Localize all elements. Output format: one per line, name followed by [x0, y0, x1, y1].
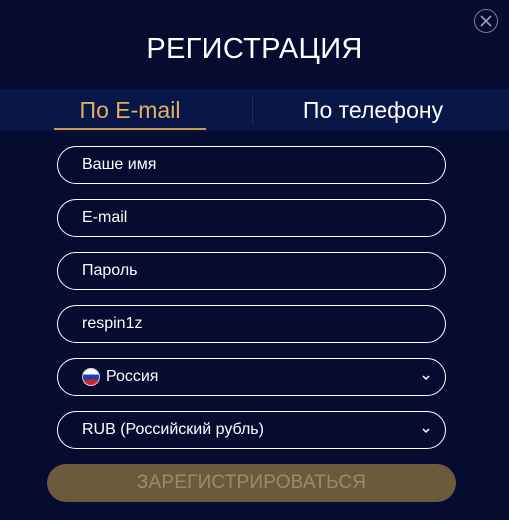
close-button[interactable] [474, 9, 498, 33]
country-select-value: Россия [106, 368, 159, 385]
tab-phone-label: По телефону [302, 96, 444, 123]
chevron-down-icon [421, 427, 431, 434]
country-select[interactable]: Россия [57, 358, 446, 396]
promo-code-input[interactable] [82, 315, 431, 333]
tab-active-underline [54, 128, 206, 130]
password-field[interactable] [57, 252, 446, 290]
close-icon [480, 15, 492, 27]
modal-title: РЕГИСТРАЦИЯ [146, 33, 363, 65]
password-input[interactable] [82, 262, 431, 280]
russia-flag-icon [82, 368, 100, 386]
tab-phone[interactable]: По телефону [290, 89, 456, 131]
tab-email-label: По E-mail [79, 96, 181, 123]
email-field[interactable] [57, 199, 446, 237]
currency-select[interactable]: RUB (Российский рубль) [57, 411, 446, 449]
register-button-label: ЗАРЕГИСТРИРОВАТЬСЯ [136, 472, 367, 493]
tab-email[interactable]: По E-mail [54, 89, 206, 131]
email-input[interactable] [82, 209, 431, 227]
chevron-down-icon [421, 374, 431, 381]
promo-code-field[interactable] [57, 305, 446, 343]
tab-divider [252, 95, 253, 125]
currency-select-value: RUB (Российский рубль) [82, 421, 264, 438]
name-field[interactable] [57, 146, 446, 184]
tab-bar: По E-mail По телефону [0, 89, 509, 131]
register-button[interactable]: ЗАРЕГИСТРИРОВАТЬСЯ [47, 464, 456, 502]
name-input[interactable] [82, 156, 431, 174]
